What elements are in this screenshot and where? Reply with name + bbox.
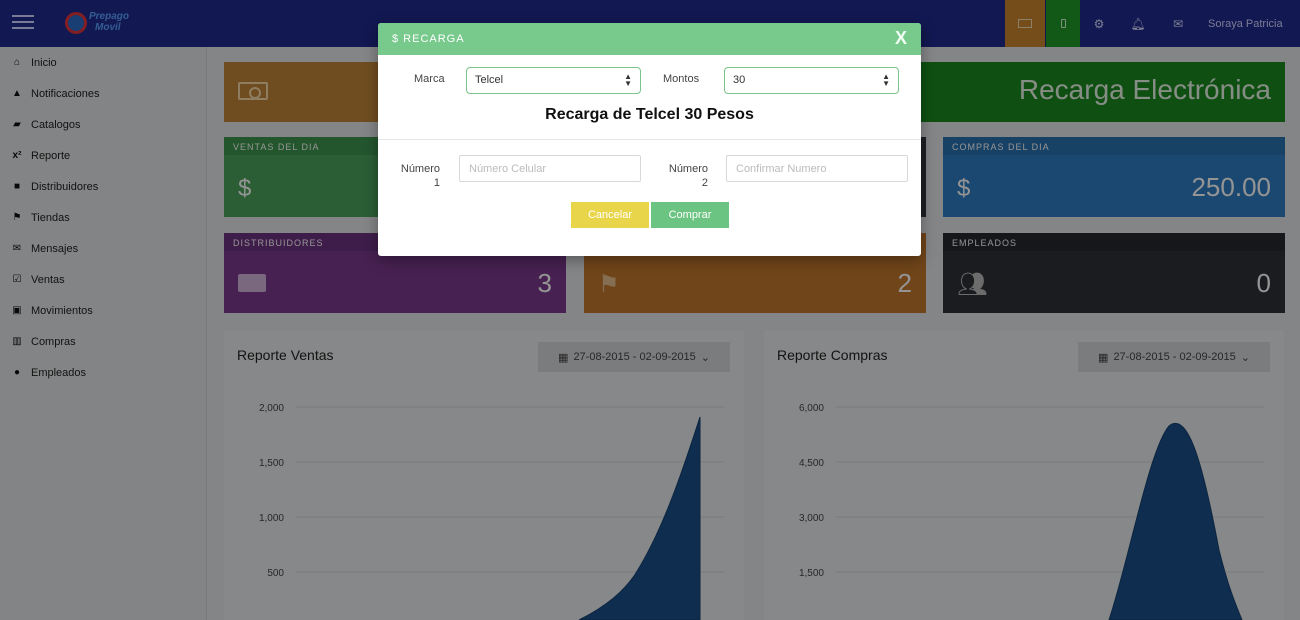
- amount-select-value: 30: [733, 74, 746, 86]
- number2-label-line2: 2: [701, 177, 708, 189]
- number2-input[interactable]: Confirmar Numero: [726, 155, 908, 182]
- brand-select-value: Telcel: [475, 74, 504, 86]
- amount-label: Montos: [663, 73, 700, 85]
- close-icon[interactable]: X: [895, 28, 908, 49]
- number2-label: Número 2: [658, 162, 708, 190]
- select-caret-icon: ▲ ▼: [882, 72, 890, 88]
- number1-label-line2: 1: [433, 177, 440, 189]
- divider: [378, 139, 921, 140]
- number2-label-line1: Número: [668, 163, 708, 175]
- cancel-button[interactable]: Cancelar: [571, 202, 649, 228]
- modal-header: $ RECARGA X: [378, 23, 921, 55]
- buy-button[interactable]: Comprar: [651, 202, 729, 228]
- brand-label: Marca: [414, 73, 445, 85]
- number1-label: Número 1: [392, 162, 440, 190]
- recarga-modal: $ RECARGA X Marca Telcel ▲ ▼ Montos 30 ▲ ▼…: [378, 23, 921, 256]
- amount-select[interactable]: 30 ▲ ▼: [724, 67, 899, 94]
- select-caret-icon: ▲ ▼: [624, 72, 632, 88]
- number1-label-line1: Número: [400, 163, 440, 175]
- recarga-heading: Recarga de Telcel 30 Pesos: [545, 106, 754, 123]
- modal-title: $ RECARGA: [392, 33, 465, 45]
- brand-select[interactable]: Telcel ▲ ▼: [466, 67, 641, 94]
- number1-input[interactable]: Número Celular: [459, 155, 641, 182]
